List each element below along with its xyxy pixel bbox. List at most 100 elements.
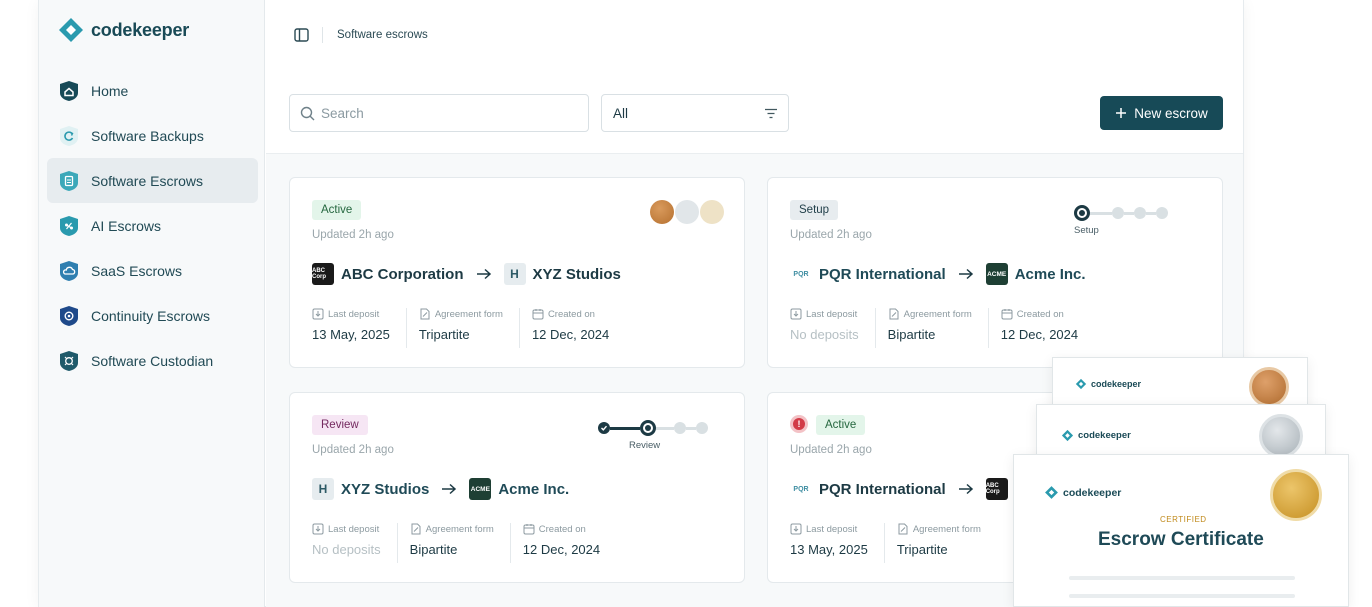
warning-icon: ! [790,415,808,433]
escrow-parties: PQR PQR International ACME Acme Inc. [790,263,1086,285]
new-escrow-label: New escrow [1134,105,1208,121]
sidebar-item-label: AI Escrows [91,217,162,234]
search-input[interactable]: Search [289,94,589,132]
sidebar-item-saas-escrows[interactable]: SaaS Escrows [47,248,258,293]
ai-icon [59,215,79,237]
codekeeper-logo-icon [1075,378,1087,390]
step-dot [1134,207,1146,219]
meta-value: Bipartite [409,542,458,557]
brand-logo[interactable]: codekeeper [57,16,189,44]
silver-seal-icon [675,200,699,224]
filter-value: All [613,105,629,121]
codekeeper-logo-icon [1045,486,1058,499]
pqr-logo: PQR [790,478,812,500]
progress-stepper [1074,205,1168,221]
arrow-right-icon [958,268,973,280]
status-badge: Review [312,415,368,435]
sidebar-item-label: Software Custodian [91,352,214,369]
meta-value: No deposits [790,327,859,342]
step-label: Setup [1074,225,1099,236]
step-dot [1156,207,1168,219]
shield-icon [59,305,79,327]
certificate-gold: codekeeper CERTIFIED Escrow Certificate [1013,454,1349,607]
escrow-meta: Last deposit 13 May, 2025 Agreement form… [312,308,637,348]
download-icon [312,308,324,320]
last-deposit: Last deposit No deposits [312,523,398,563]
meta-value: Bipartite [887,327,936,342]
escrow-meta: Last deposit No deposits Agreement form … [312,523,628,563]
abc-corp-logo: ABC Corp [985,478,1008,500]
pqr-logo: PQR [790,263,812,285]
depositor-name: PQR International [819,480,946,498]
sidebar-item-continuity-escrows[interactable]: Continuity Escrows [47,293,258,338]
status-badge: Active [312,200,362,220]
step-dot-current [1074,205,1090,221]
sidebar-item-software-escrows[interactable]: Software Escrows [47,158,258,203]
sidebar-item-label: SaaS Escrows [91,262,183,279]
xyz-studios-logo: H [312,478,334,500]
home-icon [59,80,79,102]
edit-document-icon [889,308,899,320]
escrow-card[interactable]: Active Updated 2h ago ABC Corp ABC Corpo… [289,177,745,368]
edit-document-icon [420,308,430,320]
sidebar-item-label: Home [91,82,129,99]
escrow-card[interactable]: Setup Setup Updated 2h ago PQR PQR Inter… [767,177,1223,368]
calendar-icon [1001,309,1013,320]
status-filter-select[interactable]: All [601,94,789,132]
toolbar: Search All New escrow [266,94,1243,132]
meta-label: Last deposit [328,308,380,320]
updated-time: Updated 2h ago [790,229,872,241]
sidebar-nav: Home Software Backups Software Escrows A… [47,68,258,383]
step-dot-current [640,420,656,436]
cloud-icon [59,260,79,282]
breadcrumb[interactable]: Software escrows [337,29,428,41]
cert-label: CERTIFIED [1160,515,1207,524]
sidebar-item-ai-escrows[interactable]: AI Escrows [47,203,258,248]
step-dot [696,422,708,434]
beneficiary-name: Acme Inc. [498,480,570,498]
new-escrow-button[interactable]: New escrow [1100,96,1223,130]
sidebar: codekeeper Home Software Backups Softwar… [39,0,265,607]
created-on: Created on 12 Dec, 2024 [532,308,625,348]
escrow-meta: Last deposit No deposits Agreement form … [790,308,1106,348]
sidebar-item-home[interactable]: Home [47,68,258,113]
meta-value: Tripartite [418,327,470,342]
codekeeper-logo-icon [1061,429,1074,442]
arrow-right-icon [476,268,491,280]
download-icon [790,523,802,535]
search-placeholder: Search [321,105,364,121]
acme-logo: ACME [985,263,1008,285]
agreement-form: Agreement form Tripartite [419,308,520,348]
escrow-parties: PQR PQR International ABC Corp A [790,478,1026,500]
sidebar-toggle-icon[interactable] [294,28,309,47]
sidebar-item-software-custodian[interactable]: Software Custodian [47,338,258,383]
meta-label: Created on [547,308,595,320]
filter-icon [765,108,777,118]
cert-brand: codekeeper [1078,430,1131,441]
beneficiary-name: XYZ Studios [532,265,621,283]
meta-label: Last deposit [806,523,858,535]
sidebar-item-software-backups[interactable]: Software Backups [47,113,258,158]
status-badge: Active [816,415,866,435]
escrow-card[interactable]: Review Review Updated 2h ago H XYZ Studi… [289,392,745,583]
sidebar-item-label: Software Backups [91,127,204,144]
cert-placeholder-line [1069,576,1295,580]
meta-value: No deposits [312,542,381,557]
calendar-icon [523,524,535,535]
escrow-parties: H XYZ Studios ACME Acme Inc. [312,478,569,500]
escrow-parties: ABC Corp ABC Corporation H XYZ Studios [312,263,621,285]
cert-brand: codekeeper [1063,486,1122,499]
document-icon [59,170,79,192]
escrow-meta: Last deposit 13 May, 2025 Agreement form… [790,523,1009,563]
top-bar: Software escrows [266,0,1243,70]
created-on: Created on 12 Dec, 2024 [1001,308,1094,348]
step-dot-done [598,422,610,434]
meta-label: Created on [538,523,586,535]
custodian-icon [59,350,79,372]
last-deposit: Last deposit 13 May, 2025 [790,523,885,563]
xyz-studios-logo: H [503,263,526,285]
cert-brand: codekeeper [1091,379,1142,389]
arrow-right-icon [958,483,973,495]
download-icon [790,308,802,320]
step-dot [674,422,686,434]
